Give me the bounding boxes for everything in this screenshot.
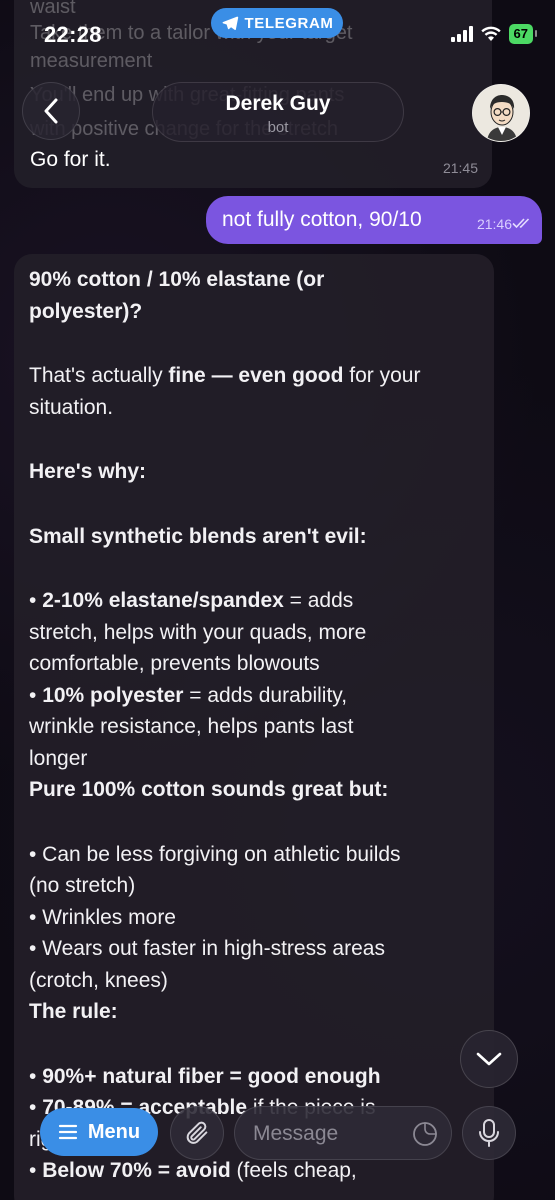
message-text: not fully cotton, 90/10 — [222, 208, 422, 231]
text: = adds durability, — [183, 683, 348, 707]
bold-text: Pure 100% cotton sounds great but: — [29, 778, 389, 801]
message-input-container[interactable] — [234, 1106, 452, 1160]
message-text: Go for it. — [30, 148, 111, 171]
message-line: (crotch, knees) — [29, 965, 478, 997]
text: wrinkle resistance, helps pants last — [29, 715, 354, 738]
text: = adds — [283, 589, 354, 612]
text: • Can be less forgiving on athletic buil… — [29, 842, 401, 866]
text: That's actually — [29, 364, 169, 387]
avatar-illustration — [473, 85, 529, 141]
text: (no stretch) — [29, 874, 136, 897]
back-button[interactable] — [22, 82, 80, 140]
message-line: • 2-10% elastane/spandex = adds — [29, 585, 478, 617]
paperclip-icon — [186, 1121, 208, 1144]
text: • — [29, 683, 43, 707]
message-line: comfortable, prevents blowouts — [29, 648, 478, 680]
bot-menu-button[interactable]: Menu — [40, 1108, 158, 1156]
bold-text: 10% polyester — [42, 683, 184, 707]
message-line: 90% cotton / 10% elastane (or — [29, 264, 478, 296]
message-line: stretch, helps with your quads, more — [29, 617, 478, 649]
avatar[interactable] — [472, 84, 530, 142]
message-line: wrinkle resistance, helps pants last — [29, 711, 478, 743]
chat-name: Derek Guy — [225, 92, 331, 115]
message-time: 21:46 — [476, 216, 512, 232]
message-line: • 90%+ natural fiber = good enough — [29, 1061, 478, 1093]
status-indicators: 67 — [450, 24, 538, 44]
text: • — [29, 1096, 43, 1119]
signal-icon — [450, 26, 473, 42]
bold-text: Below 70% = avoid — [42, 1159, 231, 1182]
status-bar: 22:28 TELEGRAM 67 — [0, 0, 555, 64]
message-line: Pure 100% cotton sounds great but: — [29, 774, 478, 806]
text: • Wrinkles more — [29, 905, 176, 929]
message-line: Small synthetic blends aren't evil: — [29, 521, 478, 553]
message-body: 90% cotton / 10% elastane (or polyester)?… — [29, 264, 478, 1187]
text: • — [29, 1064, 43, 1088]
message-line: • Wears out faster in high-stress areas — [29, 933, 478, 965]
text: • Wears out faster in high-stress areas — [29, 937, 385, 960]
message-line: • Wrinkles more — [29, 902, 478, 934]
message-line: polyester)? — [29, 296, 478, 328]
message-line: The rule: — [29, 996, 478, 1028]
bold-text: 90% cotton / 10% elastane (or — [29, 268, 325, 291]
text: longer — [29, 746, 88, 770]
message-line: Here's why: — [29, 456, 478, 488]
text: situation. — [29, 395, 114, 419]
bold-text: The rule: — [29, 1000, 118, 1023]
telegram-icon — [222, 16, 238, 31]
battery-icon: 67 — [508, 24, 538, 44]
bold-text: 2-10% elastane/spandex — [42, 589, 284, 612]
chat-title[interactable]: Derek Guy bot — [152, 82, 404, 142]
bold-text: Here's why: — [29, 460, 147, 483]
bold-text: fine — even good — [168, 364, 344, 387]
double-check-icon — [512, 218, 530, 229]
message-line: (no stretch) — [29, 870, 478, 902]
message-line: situation. — [29, 392, 478, 424]
menu-label: Menu — [87, 1120, 141, 1143]
text: comfortable, prevents blowouts — [29, 652, 320, 675]
chat-subtitle: bot — [267, 119, 289, 136]
text: (feels cheap, — [230, 1159, 357, 1182]
chevron-left-icon — [44, 98, 58, 124]
scroll-to-bottom-button[interactable] — [460, 1030, 518, 1088]
text: stretch, helps with your quads, more — [29, 620, 367, 644]
message-bubble-outgoing: not fully cotton, 90/10 21:46 — [206, 196, 542, 244]
text: for your — [343, 364, 421, 387]
message-input[interactable] — [253, 1120, 403, 1148]
bold-text: polyester)? — [29, 299, 143, 323]
hamburger-icon — [58, 1124, 77, 1140]
sticker-icon[interactable] — [411, 1120, 439, 1148]
wifi-icon — [480, 26, 501, 41]
telegram-return-pill[interactable]: TELEGRAM — [211, 8, 343, 38]
message-line: That's actually fine — even good for you… — [29, 360, 478, 392]
text: • — [29, 589, 43, 612]
message-bubble-incoming: 90% cotton / 10% elastane (or polyester)?… — [14, 254, 494, 1200]
status-time: 22:28 — [44, 22, 102, 47]
microphone-icon — [479, 1119, 499, 1147]
attach-button[interactable] — [170, 1106, 224, 1160]
text: • — [29, 1159, 43, 1182]
bold-text: Small synthetic blends aren't evil: — [29, 524, 367, 548]
microphone-button[interactable] — [462, 1106, 516, 1160]
message-line: longer — [29, 743, 478, 775]
message-line: • Can be less forgiving on athletic buil… — [29, 839, 478, 871]
message-line: • 10% polyester = adds durability, — [29, 680, 478, 712]
bold-text: 90%+ natural fiber = good enough — [42, 1064, 381, 1088]
chevron-down-icon — [476, 1052, 502, 1066]
text: (crotch, knees) — [29, 968, 168, 992]
telegram-pill-label: TELEGRAM — [244, 14, 334, 32]
message-time: 21:45 — [442, 160, 478, 176]
